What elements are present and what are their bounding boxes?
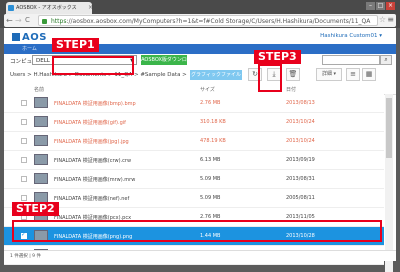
table-row[interactable]: FINALDATA 検証用画像(nef).nef 5.09 MB 2005/08/1… <box>4 189 384 208</box>
table-row[interactable]: FINALDATA 検証用画像(jpg).jpg 478.19 KB 2013/10… <box>4 132 384 151</box>
bookmark-star-icon[interactable]: ☆ <box>379 15 386 24</box>
file-size: 478.19 KB <box>200 138 226 144</box>
row-checkbox[interactable] <box>21 119 27 125</box>
list-view-icon[interactable]: ≡ <box>346 68 360 81</box>
logo-text: AOS <box>22 32 47 43</box>
header-name[interactable]: 名前 <box>34 86 44 93</box>
detail-dropdown[interactable]: 詳細 ▾ <box>316 68 342 81</box>
browser-menu-icon[interactable]: ≡ <box>387 15 394 24</box>
file-name: FINALDATA 検証用画像(mrw).mrw <box>54 177 136 183</box>
image-thumbnail-icon <box>34 116 48 127</box>
file-name: FINALDATA 検証用画像(gif).gif <box>54 120 126 126</box>
scrollbar-thumb[interactable] <box>386 98 392 158</box>
image-thumbnail-icon <box>34 154 48 165</box>
file-name: FINALDATA 検証用画像(jpg).jpg <box>54 139 129 145</box>
status-footer: 1 件選択 | 9 件 <box>4 250 396 261</box>
forward-icon[interactable]: → <box>15 16 22 25</box>
file-size: 2.76 MB <box>200 100 221 106</box>
step1-highlight <box>52 56 134 75</box>
logo-mark-icon <box>12 33 20 41</box>
file-date: 2013/10/24 <box>286 119 315 125</box>
step1-label: STEP1 <box>52 38 99 52</box>
header-date[interactable]: 日付 <box>286 86 296 93</box>
row-checkbox[interactable] <box>21 195 27 201</box>
table-row[interactable]: FINALDATA 検証用画像(crw).crw 6.13 MB 2013/09/1… <box>4 151 384 170</box>
url-input[interactable]: https://aosbox.aosbox.com/MyComputers?h=… <box>38 15 378 26</box>
image-thumbnail-icon <box>34 173 48 184</box>
file-size: 5.09 MB <box>200 195 221 201</box>
browser-tab[interactable]: AOSBOX - アオスボックス × <box>6 2 92 14</box>
search-input[interactable] <box>322 55 380 65</box>
tab-close-icon[interactable]: × <box>88 2 92 14</box>
file-name: FINALDATA 検証用画像(nef).nef <box>54 196 130 202</box>
step3-label: STEP3 <box>254 50 301 64</box>
file-size: 6.13 MB <box>200 157 221 163</box>
step3-highlight <box>258 64 282 92</box>
back-icon[interactable]: ← <box>6 16 13 25</box>
delete-icon[interactable]: 🗑 <box>286 68 300 81</box>
row-checkbox[interactable] <box>21 176 27 182</box>
table-row[interactable]: FINALDATA 検証用画像(bmp).bmp 2.76 MB 2013/08/1… <box>4 94 384 113</box>
url-scheme: https <box>51 18 67 25</box>
step2-highlight <box>12 220 382 242</box>
maximize-button[interactable]: □ <box>376 2 385 10</box>
browser-chrome: AOSBOX - アオスボックス × – □ × ← → C https://a… <box>0 0 400 28</box>
file-date: 2013/08/13 <box>286 100 315 106</box>
reload-icon[interactable]: C <box>25 16 30 25</box>
close-window-button[interactable]: × <box>386 2 395 10</box>
step2-label: STEP2 <box>12 202 59 216</box>
file-size: 5.09 MB <box>200 176 221 182</box>
breadcrumb-current: グラフィックファイル <box>190 70 242 80</box>
image-thumbnail-icon <box>34 97 48 108</box>
favicon-icon <box>8 5 14 11</box>
address-bar-row: ← → C https://aosbox.aosbox.com/MyComput… <box>4 14 396 27</box>
tab-title: AOSBOX - アオスボックス <box>16 5 77 11</box>
file-size: 310.18 KB <box>200 119 226 125</box>
computer-select-value: DELL <box>36 58 50 64</box>
row-checkbox[interactable] <box>21 100 27 106</box>
lock-icon <box>42 19 47 24</box>
table-row[interactable]: FINALDATA 検証用画像(gif).gif 310.18 KB 2013/10… <box>4 113 384 132</box>
selection-count: 1 件選択 | 9 件 <box>10 254 41 259</box>
url-path: ://aosbox.aosbox.com/MyComputers?h=1&t=f… <box>66 18 371 25</box>
scrollbar[interactable] <box>385 94 393 272</box>
minimize-button[interactable]: – <box>366 2 375 10</box>
download-app-button[interactable]: AOSBOX版ダウンロード <box>141 55 187 73</box>
nav-home-link[interactable]: ホーム <box>22 45 37 52</box>
aosbox-logo: AOS <box>12 32 47 43</box>
table-row[interactable]: FINALDATA 検証用画像(mrw).mrw 5.09 MB 2013/08/3… <box>4 170 384 189</box>
file-date: 2013/09/19 <box>286 157 315 163</box>
grid-view-icon[interactable]: ▦ <box>362 68 376 81</box>
image-thumbnail-icon <box>34 135 48 146</box>
file-date: 2013/08/31 <box>286 176 315 182</box>
file-name: FINALDATA 検証用画像(crw).crw <box>54 158 132 164</box>
file-date: 2013/10/24 <box>286 138 315 144</box>
window-controls: – □ × <box>366 2 396 11</box>
file-name: FINALDATA 検証用画像(bmp).bmp <box>54 101 136 107</box>
row-checkbox[interactable] <box>21 157 27 163</box>
search-icon[interactable]: ⌕ <box>380 55 392 65</box>
row-checkbox[interactable] <box>21 138 27 144</box>
file-date: 2005/08/11 <box>286 195 315 201</box>
user-menu[interactable]: Hashikura Custom01 ▾ <box>320 33 382 39</box>
header-size[interactable]: サイズ <box>200 86 215 93</box>
